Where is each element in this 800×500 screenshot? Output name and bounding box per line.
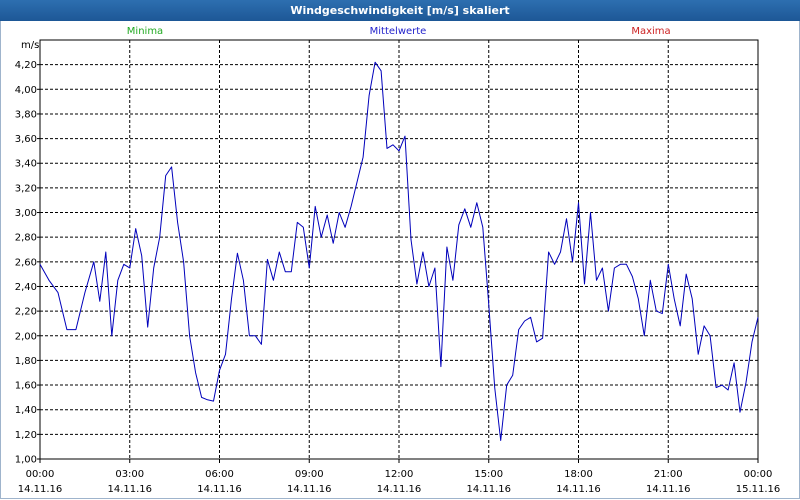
legend-mittelwerte: Mittelwerte (370, 26, 427, 37)
x-tick-date: 14.11.16 (556, 484, 601, 495)
y-tick-label: 1,20 (15, 430, 37, 441)
y-tick-label: 2,80 (15, 233, 37, 244)
y-tick-label: 3,20 (15, 183, 37, 194)
legend-minima: Minima (127, 26, 163, 37)
y-tick-label: 1,40 (15, 405, 37, 416)
x-tick-date: 14.11.16 (197, 484, 242, 495)
y-tick-label: 3,40 (15, 159, 37, 170)
x-tick-date: 14.11.16 (466, 484, 511, 495)
legend-maxima: Maxima (631, 26, 670, 37)
y-tick-label: 3,00 (15, 208, 37, 219)
y-tick-label: 2,00 (15, 331, 37, 342)
x-tick-date: 15.11.16 (736, 484, 781, 495)
x-tick-time: 06:00 (205, 469, 234, 480)
y-tick-label: 2,60 (15, 257, 37, 268)
x-tick-date: 14.11.16 (287, 484, 332, 495)
x-tick-date: 14.11.16 (377, 484, 422, 495)
x-tick-time: 00:00 (744, 469, 773, 480)
y-tick-label: 4,00 (15, 85, 37, 96)
y-tick-label: 2,40 (15, 282, 37, 293)
y-axis: 1,00 1,20 1,40 1,60 1,80 2,00 2,20 2,40 2,60 2,80… (15, 60, 40, 466)
x-tick-time: 00:00 (26, 469, 55, 480)
x-tick-time: 15:00 (474, 469, 503, 480)
x-tick-time: 12:00 (385, 469, 414, 480)
x-axis: 00:00 14.11.16 03:00 14.11.16 06:00 14.11.16 0… (18, 459, 781, 495)
x-tick-time: 18:00 (564, 469, 593, 480)
y-tick-label: 1,80 (15, 356, 37, 367)
y-tick-label: 3,60 (15, 134, 37, 145)
x-tick-date: 14.11.16 (646, 484, 691, 495)
y-tick-label: 1,00 (15, 455, 37, 466)
x-tick-time: 21:00 (654, 469, 683, 480)
y-tick-label: 1,60 (15, 381, 37, 392)
y-tick-label: 4,20 (15, 60, 37, 71)
x-tick-date: 14.11.16 (107, 484, 152, 495)
line-chart: 1,00 1,20 1,40 1,60 1,80 2,00 2,20 2,40 2,60 2,80… (15, 26, 781, 495)
x-tick-time: 03:00 (115, 469, 144, 480)
x-tick-date: 14.11.16 (18, 484, 63, 495)
y-tick-label: 2,20 (15, 307, 37, 318)
y-axis-unit: m/s (21, 40, 39, 51)
y-tick-label: 3,80 (15, 109, 37, 120)
x-tick-time: 09:00 (295, 469, 324, 480)
